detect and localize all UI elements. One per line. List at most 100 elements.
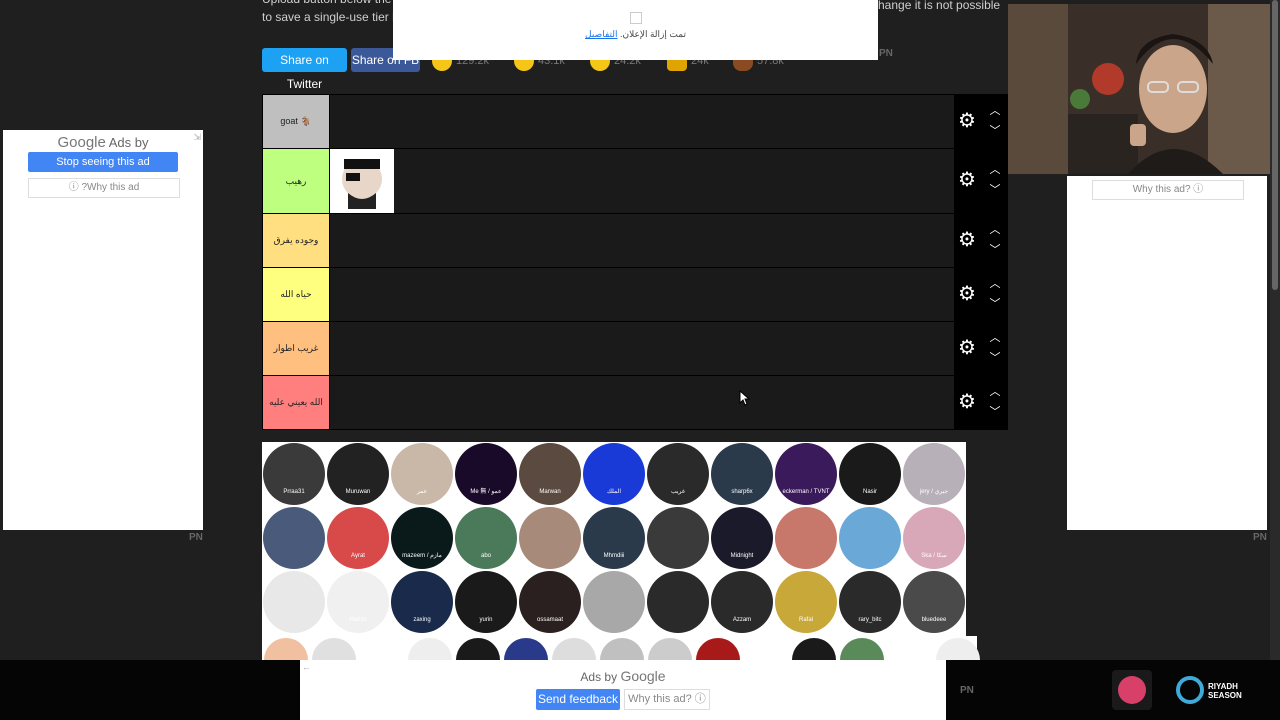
why-this-ad-button[interactable]: Why this ad? ⓘ: [1092, 180, 1244, 200]
tier-drop-area[interactable]: [330, 149, 954, 213]
pool-avatar[interactable]: Mhmdiii: [583, 507, 645, 569]
chevron-down-icon[interactable]: ﹀: [988, 299, 1002, 310]
tier-row: حياه الله ⚙ ︿ ﹀: [262, 267, 1008, 322]
pool-avatar[interactable]: mazeem / مازم: [391, 507, 453, 569]
scrollbar-thumb[interactable]: [1272, 0, 1278, 290]
mouse-cursor-icon: [739, 390, 751, 406]
chevron-up-icon[interactable]: ︿: [988, 387, 1002, 398]
pool-avatar[interactable]: Prraa31: [263, 443, 325, 505]
pool-avatar-label: Me 無 / عمو: [470, 489, 502, 495]
pool-avatar-label: ossamaat: [536, 617, 563, 623]
pool-avatar[interactable]: Marwan: [519, 443, 581, 505]
tier-drop-area[interactable]: [330, 322, 954, 375]
pool-avatar-label: الملك: [606, 489, 621, 495]
pool-avatar[interactable]: jery / جيري: [903, 443, 965, 505]
why-this-ad-button[interactable]: ⓘ ?Why this ad: [28, 178, 180, 198]
tier-drop-area[interactable]: [330, 268, 954, 321]
pool-avatar[interactable]: eckerman / TVNT: [775, 443, 837, 505]
send-feedback-button[interactable]: Send feedback: [536, 689, 620, 710]
pool-avatar[interactable]: Midnight: [711, 507, 773, 569]
chevron-down-icon[interactable]: ﹀: [988, 245, 1002, 256]
pool-avatar[interactable]: zaxing: [391, 571, 453, 633]
pool-avatar[interactable]: [839, 507, 901, 569]
tier-row: وجوده يفرق ⚙ ︿ ﹀: [262, 213, 1008, 268]
pool-avatar-label: Muruwan: [345, 489, 371, 495]
tier-label[interactable]: غريب اطوار: [263, 322, 329, 375]
pool-avatar-label: zaxing: [413, 617, 431, 623]
pool-avatar[interactable]: Ayrat: [327, 507, 389, 569]
tier-list: goat 🐐 ⚙ ︿ ﹀ رهيب ⚙ ︿ ﹀ وجوده يفرق ⚙ ︿ ﹀…: [262, 94, 1008, 430]
pool-avatar[interactable]: abo: [455, 507, 517, 569]
pool-avatar[interactable]: Ska / سكا: [903, 507, 965, 569]
pool-avatar[interactable]: bluedeee: [903, 571, 965, 633]
gear-icon[interactable]: ⚙: [958, 230, 978, 250]
tier-drop-area[interactable]: [330, 376, 954, 429]
pool-avatar-label: sharp6x: [731, 489, 753, 495]
gear-icon[interactable]: ⚙: [958, 170, 978, 190]
streamer-webcam-image: [1008, 4, 1278, 174]
intro-line-2: to save a single-use tier lis: [262, 10, 404, 24]
pool-avatar[interactable]: Me 無 / عمو: [455, 443, 517, 505]
tier-label[interactable]: وجوده يفرق: [263, 214, 329, 267]
pool-avatar[interactable]: Rafal: [775, 571, 837, 633]
tier-controls: ⚙ ︿ ﹀: [954, 321, 1008, 375]
pool-avatar[interactable]: yurin: [455, 571, 517, 633]
chevron-up-icon[interactable]: ︿: [988, 225, 1002, 236]
stop-seeing-ad-button[interactable]: Stop seeing this ad: [28, 152, 178, 172]
pool-avatar[interactable]: Hanzo: [327, 571, 389, 633]
chevron-down-icon[interactable]: ﹀: [988, 185, 1002, 196]
pool-avatar[interactable]: sharp6x: [711, 443, 773, 505]
pool-avatar[interactable]: [647, 507, 709, 569]
tier-label[interactable]: رهيب: [263, 149, 329, 213]
gear-icon[interactable]: ⚙: [958, 338, 978, 358]
pool-avatar[interactable]: [775, 507, 837, 569]
tier-item-image[interactable]: [330, 149, 394, 213]
tier-drop-area[interactable]: [330, 95, 954, 148]
gear-icon[interactable]: ⚙: [958, 392, 978, 412]
pool-avatar[interactable]: غريب: [647, 443, 709, 505]
tier-drop-area[interactable]: [330, 214, 954, 267]
pool-avatar[interactable]: Muruwan: [327, 443, 389, 505]
webcam-overlay: [1008, 4, 1278, 174]
ads-by-google: Google Ads by: [57, 134, 149, 151]
gear-icon[interactable]: ⚙: [958, 111, 978, 131]
pool-avatar[interactable]: ossamaat: [519, 571, 581, 633]
pool-avatar[interactable]: Azzam: [711, 571, 773, 633]
tier-controls: ⚙ ︿ ﹀: [954, 94, 1008, 148]
pool-avatar[interactable]: [647, 571, 709, 633]
unranked-pool: Prraa31 Muruwan عمر Me 無 / عمو Marwan الملك غر…: [262, 442, 966, 636]
pool-avatar[interactable]: Nasir: [839, 443, 901, 505]
pool-avatar[interactable]: [263, 507, 325, 569]
ad-close-icon[interactable]: ⇲: [193, 132, 201, 143]
gear-icon[interactable]: ⚙: [958, 284, 978, 304]
ad-back-icon[interactable]: ←: [302, 662, 311, 672]
pool-avatar[interactable]: rary_bitc: [839, 571, 901, 633]
pool-avatar-label: Mhmdiii: [603, 553, 625, 559]
chevron-up-icon[interactable]: ︿: [988, 279, 1002, 290]
share-twitter-button[interactable]: Share on Twitter: [262, 48, 347, 91]
ad-details-link[interactable]: التفاصيل: [585, 29, 617, 39]
pool-avatar-label: yurin: [479, 617, 493, 623]
tier-label[interactable]: حياه الله: [263, 268, 329, 321]
tier-label[interactable]: goat 🐐: [263, 95, 329, 148]
chevron-up-icon[interactable]: ︿: [988, 165, 1002, 176]
pool-avatar[interactable]: [583, 571, 645, 633]
pool-avatar-label: Ska / سكا: [921, 553, 947, 559]
pool-avatar[interactable]: [519, 507, 581, 569]
pool-avatar[interactable]: الملك: [583, 443, 645, 505]
chevron-down-icon[interactable]: ﹀: [988, 407, 1002, 418]
why-this-ad-button[interactable]: Why this ad? ⓘ: [624, 689, 710, 710]
pool-avatar[interactable]: عمر: [391, 443, 453, 505]
pool-avatar-label: jery / جيري: [919, 489, 949, 495]
pool-avatar[interactable]: [263, 571, 325, 633]
tier-label[interactable]: الله يعيني عليه: [263, 376, 329, 429]
ads-by-google: Ads by Google: [580, 668, 666, 684]
tier-row: رهيب ⚙ ︿ ﹀: [262, 148, 1008, 214]
chevron-up-icon[interactable]: ︿: [988, 106, 1002, 117]
chevron-up-icon[interactable]: ︿: [988, 333, 1002, 344]
pool-avatar-label: Azzam: [732, 617, 752, 623]
chevron-down-icon[interactable]: ﹀: [988, 353, 1002, 364]
ad-removed-icon: [630, 12, 642, 24]
chevron-down-icon[interactable]: ﹀: [988, 126, 1002, 137]
bottom-ad: Ads by Google Send feedback Why this ad?…: [300, 660, 946, 720]
